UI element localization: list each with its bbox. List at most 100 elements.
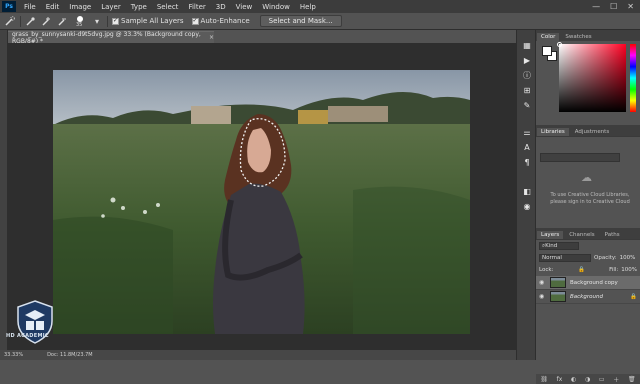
layers-panel-footer: ⛓ fx ◐ ◑ ▭ ＋ 🗑 [536, 374, 640, 384]
menu-window[interactable]: Window [257, 3, 295, 11]
brush-size-picker[interactable]: 35 [73, 15, 87, 28]
auto-enhance-label: Auto-Enhance [200, 17, 250, 25]
history-icon[interactable]: ▦ [517, 38, 537, 53]
photo-image [53, 70, 470, 334]
doc-size-info: Doc: 11.8M/23.7M [47, 352, 93, 358]
layer-name: Background [570, 293, 603, 300]
brush-presets-icon[interactable]: ✎ [517, 98, 537, 113]
tools-panel [0, 30, 8, 350]
opacity-value[interactable]: 100% [620, 255, 636, 261]
trash-icon[interactable]: 🗑 [628, 376, 636, 383]
sample-all-layers-checkbox[interactable]: ✓ Sample All Layers [112, 17, 184, 25]
panel-icon-strip: ▦ ▶ ⓘ ⊞ ✎ ⚌ A ¶ ◧ ◉ [516, 30, 536, 360]
picker-cursor-icon [557, 42, 562, 47]
kind-filter-label: Kind [545, 243, 558, 249]
hue-slider[interactable] [630, 44, 636, 112]
creative-cloud-icon: ☁ [581, 171, 592, 184]
canvas-area [8, 43, 516, 350]
document-canvas[interactable] [53, 70, 470, 334]
auto-enhance-checkbox[interactable]: ✓ Auto-Enhance [191, 17, 250, 25]
lock-label: Lock: [539, 267, 554, 273]
paragraph-icon[interactable]: ¶ [517, 155, 537, 170]
app-logo: Ps [2, 1, 16, 12]
new-layer-icon[interactable]: ＋ [613, 375, 619, 384]
sample-all-layers-label: Sample All Layers [121, 17, 184, 25]
tab-color[interactable]: Color [537, 33, 560, 41]
options-bar: 35 ▾ ✓ Sample All Layers ✓ Auto-Enhance … [0, 13, 640, 30]
add-mask-icon[interactable]: ◐ [571, 376, 576, 383]
menu-filter[interactable]: Filter [183, 3, 210, 11]
lock-row: Lock: 🔒 Fill: 100% [536, 264, 640, 276]
library-dropdown[interactable] [540, 153, 620, 162]
add-to-selection-icon[interactable] [41, 15, 53, 27]
tab-libraries[interactable]: Libraries [537, 128, 569, 136]
character-icon[interactable]: A [517, 140, 537, 155]
layer-name: Background copy [570, 279, 618, 286]
menu-type[interactable]: Type [126, 3, 152, 11]
select-and-mask-button[interactable]: Select and Mask... [259, 15, 342, 27]
layer-thumbnail [550, 277, 566, 288]
tab-adjustments[interactable]: Adjustments [571, 128, 613, 136]
properties-icon[interactable]: ⊞ [517, 83, 537, 98]
tab-swatches[interactable]: Swatches [561, 33, 595, 41]
zoom-level[interactable]: 33.33% [4, 352, 23, 358]
menu-3d[interactable]: 3D [211, 3, 231, 11]
libraries-panel-tabs: Libraries Adjustments [536, 125, 640, 136]
adjust-icon[interactable]: ⚌ [517, 125, 537, 140]
color-picker-field[interactable] [557, 42, 626, 112]
subtract-from-selection-icon[interactable] [57, 15, 69, 27]
fx-icon[interactable]: fx [557, 376, 563, 383]
menu-file[interactable]: File [19, 3, 41, 11]
layers-panel: ⌕ Kind Normal Opacity: 100% Lock: 🔒 Fill… [536, 239, 640, 384]
layer-comps-icon[interactable]: ◧ [517, 184, 537, 199]
adjustment-layer-icon[interactable]: ◑ [585, 376, 590, 383]
menu-select[interactable]: Select [152, 3, 184, 11]
window-controls: — ☐ ✕ [592, 2, 640, 11]
menu-layer[interactable]: Layer [96, 3, 126, 11]
close-window-button[interactable]: ✕ [627, 2, 634, 11]
link-layers-icon[interactable]: ⛓ [540, 376, 548, 383]
quick-selection-tool-icon[interactable] [4, 15, 16, 27]
layer-row[interactable]: ◉ Background copy [536, 276, 640, 290]
shapes-icon[interactable]: ◉ [517, 199, 537, 214]
blend-mode-dropdown[interactable]: Normal [539, 254, 591, 262]
tab-paths[interactable]: Paths [601, 231, 624, 239]
foreground-color-swatch[interactable] [542, 46, 552, 56]
info-icon[interactable]: ⓘ [517, 68, 537, 83]
opacity-label: Opacity: [594, 255, 617, 261]
new-selection-icon[interactable] [25, 15, 37, 27]
close-tab-button[interactable]: × [209, 34, 214, 41]
maximize-button[interactable]: ☐ [610, 2, 617, 11]
kind-filter-dropdown[interactable]: ⌕ Kind [539, 242, 579, 250]
menu-view[interactable]: View [231, 3, 258, 11]
menu-bar: Ps File Edit Image Layer Type Select Fil… [0, 0, 640, 13]
play-actions-icon[interactable]: ▶ [517, 53, 537, 68]
minimize-button[interactable]: — [592, 2, 600, 11]
document-tab[interactable]: grass_by_sunnysanki-d9t5dvg.jpg @ 33.3% … [8, 31, 214, 45]
layer-filter-row: ⌕ Kind [536, 240, 640, 252]
checkmark-icon: ✓ [191, 17, 199, 25]
status-bar: 33.33% Doc: 11.8M/23.7M [0, 350, 516, 360]
lock-icon: 🔒 [630, 293, 637, 300]
color-panel-tabs: Color Swatches [536, 30, 640, 41]
new-group-icon[interactable]: ▭ [599, 376, 605, 383]
menu-edit[interactable]: Edit [41, 3, 65, 11]
visibility-eye-icon[interactable]: ◉ [539, 279, 546, 286]
menu-image[interactable]: Image [64, 3, 96, 11]
right-panels: Color Swatches Libraries Adjustments ☁ T… [536, 30, 640, 384]
chevron-down-icon[interactable]: ▾ [91, 15, 103, 27]
lock-icon[interactable]: 🔒 [578, 267, 585, 273]
divider [20, 15, 21, 27]
fill-value[interactable]: 100% [621, 267, 637, 273]
tab-layers[interactable]: Layers [537, 231, 564, 239]
divider [107, 15, 108, 27]
watermark-text: HD ACADEMIC [6, 333, 49, 339]
tab-channels[interactable]: Channels [565, 231, 598, 239]
layer-row[interactable]: ◉ Background 🔒 [536, 290, 640, 304]
color-panel [536, 41, 640, 125]
layer-thumbnail [550, 291, 566, 302]
menu-help[interactable]: Help [295, 3, 321, 11]
visibility-eye-icon[interactable]: ◉ [539, 293, 546, 300]
blend-row: Normal Opacity: 100% [536, 252, 640, 264]
libraries-sign-in-message: To use Creative Cloud Libraries, please … [550, 192, 630, 205]
